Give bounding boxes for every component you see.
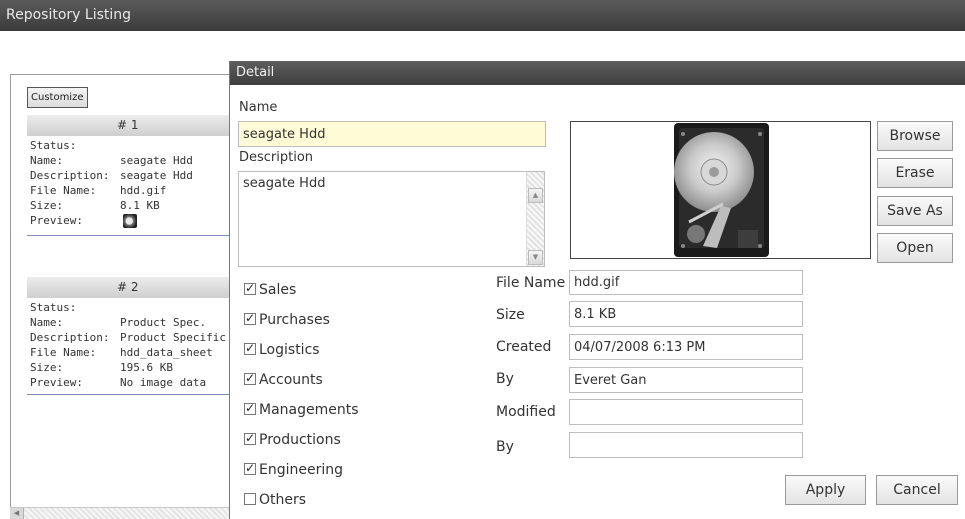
- card-row: Size: 8.1 KB: [30, 198, 241, 213]
- file-name-label: File Name: [496, 275, 566, 291]
- modified-label: Modified: [496, 404, 556, 420]
- checkbox-engineering[interactable]: ✓ Engineering: [244, 461, 343, 480]
- row-value: seagate Hdd: [120, 154, 193, 167]
- description-text: seagate Hdd: [243, 176, 326, 191]
- card-row: Status:: [30, 138, 241, 153]
- checkbox-checked-icon[interactable]: ✓: [244, 401, 256, 415]
- checkbox-label: Others: [259, 492, 307, 508]
- save-as-button[interactable]: Save As: [877, 196, 953, 226]
- modified-field[interactable]: [569, 399, 803, 425]
- checkbox-label: Productions: [259, 432, 341, 448]
- scroll-up-icon[interactable]: ▲: [528, 188, 543, 203]
- description-scrollbar[interactable]: ▲ ▼: [526, 172, 544, 266]
- window-title: Repository Listing: [0, 0, 965, 31]
- card-row: Description: Product Specific: [30, 330, 241, 345]
- checkbox-productions[interactable]: ✓ Productions: [244, 431, 341, 450]
- list-card[interactable]: # 2 Status: Name: Product Spec. Descripti…: [27, 277, 241, 395]
- checkbox-label: Accounts: [259, 372, 323, 388]
- modified-by-field[interactable]: [569, 432, 803, 458]
- card-row: File Name: hdd_data_sheet: [30, 345, 241, 360]
- created-label: Created: [496, 339, 552, 355]
- repository-list-panel: Customize # 1 Status: Name: seagate Hdd D…: [10, 74, 241, 519]
- row-value: hdd_data_sheet: [120, 346, 213, 359]
- row-label: Size:: [30, 361, 64, 374]
- open-button[interactable]: Open: [877, 233, 953, 263]
- card-row: Preview:: [30, 213, 241, 231]
- horizontal-scrollbar[interactable]: ◀: [10, 507, 240, 519]
- erase-button[interactable]: Erase: [877, 158, 953, 188]
- file-name-field[interactable]: [569, 270, 803, 295]
- checkbox-label: Logistics: [259, 342, 320, 358]
- row-label: Status:: [30, 139, 77, 152]
- checkbox-checked-icon[interactable]: ✓: [244, 311, 256, 325]
- name-field[interactable]: [238, 121, 546, 147]
- modified-by-label: By: [496, 439, 514, 455]
- hard-drive-image: [674, 123, 769, 257]
- checkbox-sales[interactable]: ✓ Sales: [244, 281, 297, 300]
- checkbox-label: Purchases: [259, 312, 330, 328]
- checkbox-label: Engineering: [259, 462, 343, 478]
- row-label: Description:: [30, 169, 110, 182]
- card-header: # 2: [27, 277, 241, 298]
- checkbox-label: Sales: [259, 282, 297, 298]
- row-label: File Name:: [30, 184, 97, 197]
- name-label: Name: [239, 100, 278, 115]
- checkbox-purchases[interactable]: ✓ Purchases: [244, 311, 330, 330]
- browse-button[interactable]: Browse: [877, 121, 953, 151]
- card-row: Preview: No image data: [30, 375, 241, 390]
- row-value: Product Specific: [120, 331, 226, 344]
- row-label: Status:: [30, 301, 77, 314]
- cancel-button[interactable]: Cancel: [876, 475, 958, 505]
- card-row: File Name: hdd.gif: [30, 183, 241, 198]
- card-row: Name: seagate Hdd: [30, 153, 241, 168]
- checkbox-checked-icon[interactable]: ✓: [244, 461, 256, 475]
- row-value: Product Spec.: [120, 316, 207, 329]
- list-card[interactable]: # 1 Status: Name: seagate Hdd Description…: [27, 115, 241, 236]
- row-label: Name:: [30, 316, 64, 329]
- row-label: Preview:: [30, 376, 83, 389]
- checkbox-accounts[interactable]: ✓ Accounts: [244, 371, 323, 390]
- row-value: No image data: [120, 376, 207, 389]
- checkbox-managements[interactable]: ✓ Managements: [244, 401, 359, 420]
- detail-dialog: Detail Name Description seagate Hdd ▲ ▼: [229, 61, 965, 519]
- row-label: Name:: [30, 154, 64, 167]
- created-by-label: By: [496, 371, 514, 387]
- customize-button[interactable]: Customize: [27, 87, 88, 108]
- checkbox-others[interactable]: Others: [244, 492, 306, 510]
- checkbox-checked-icon[interactable]: ✓: [244, 371, 256, 385]
- card-row: Name: Product Spec.: [30, 315, 241, 330]
- row-label: File Name:: [30, 346, 97, 359]
- checkbox-empty-icon[interactable]: [244, 493, 256, 505]
- size-field[interactable]: [569, 301, 803, 327]
- hdd-thumbnail-icon[interactable]: [123, 214, 137, 228]
- dialog-title: Detail: [230, 61, 965, 85]
- row-label: Description:: [30, 331, 110, 344]
- description-field[interactable]: seagate Hdd ▲ ▼: [238, 171, 545, 267]
- checkbox-checked-icon[interactable]: ✓: [244, 281, 256, 295]
- image-preview: [570, 121, 871, 259]
- row-value: 8.1 KB: [120, 199, 160, 212]
- apply-button[interactable]: Apply: [785, 475, 866, 505]
- scroll-left-icon[interactable]: ◀: [10, 508, 24, 519]
- created-by-field[interactable]: [569, 367, 803, 393]
- card-row: Description: seagate Hdd: [30, 168, 241, 183]
- created-field[interactable]: [569, 334, 803, 360]
- row-label: Size:: [30, 199, 64, 212]
- row-label: Preview:: [30, 214, 83, 227]
- checkbox-label: Managements: [259, 402, 359, 418]
- row-value: seagate Hdd: [120, 169, 193, 182]
- size-label: Size: [496, 307, 525, 323]
- scroll-down-icon[interactable]: ▼: [528, 250, 543, 265]
- row-value: 195.6 KB: [120, 361, 173, 374]
- checkbox-logistics[interactable]: ✓ Logistics: [244, 341, 320, 360]
- card-row: Status:: [30, 300, 241, 315]
- row-value: hdd.gif: [120, 184, 167, 197]
- card-header: # 1: [27, 115, 241, 136]
- checkbox-checked-icon[interactable]: ✓: [244, 431, 256, 445]
- checkbox-checked-icon[interactable]: ✓: [244, 341, 256, 355]
- description-label: Description: [239, 150, 314, 165]
- card-row: Size: 195.6 KB: [30, 360, 241, 375]
